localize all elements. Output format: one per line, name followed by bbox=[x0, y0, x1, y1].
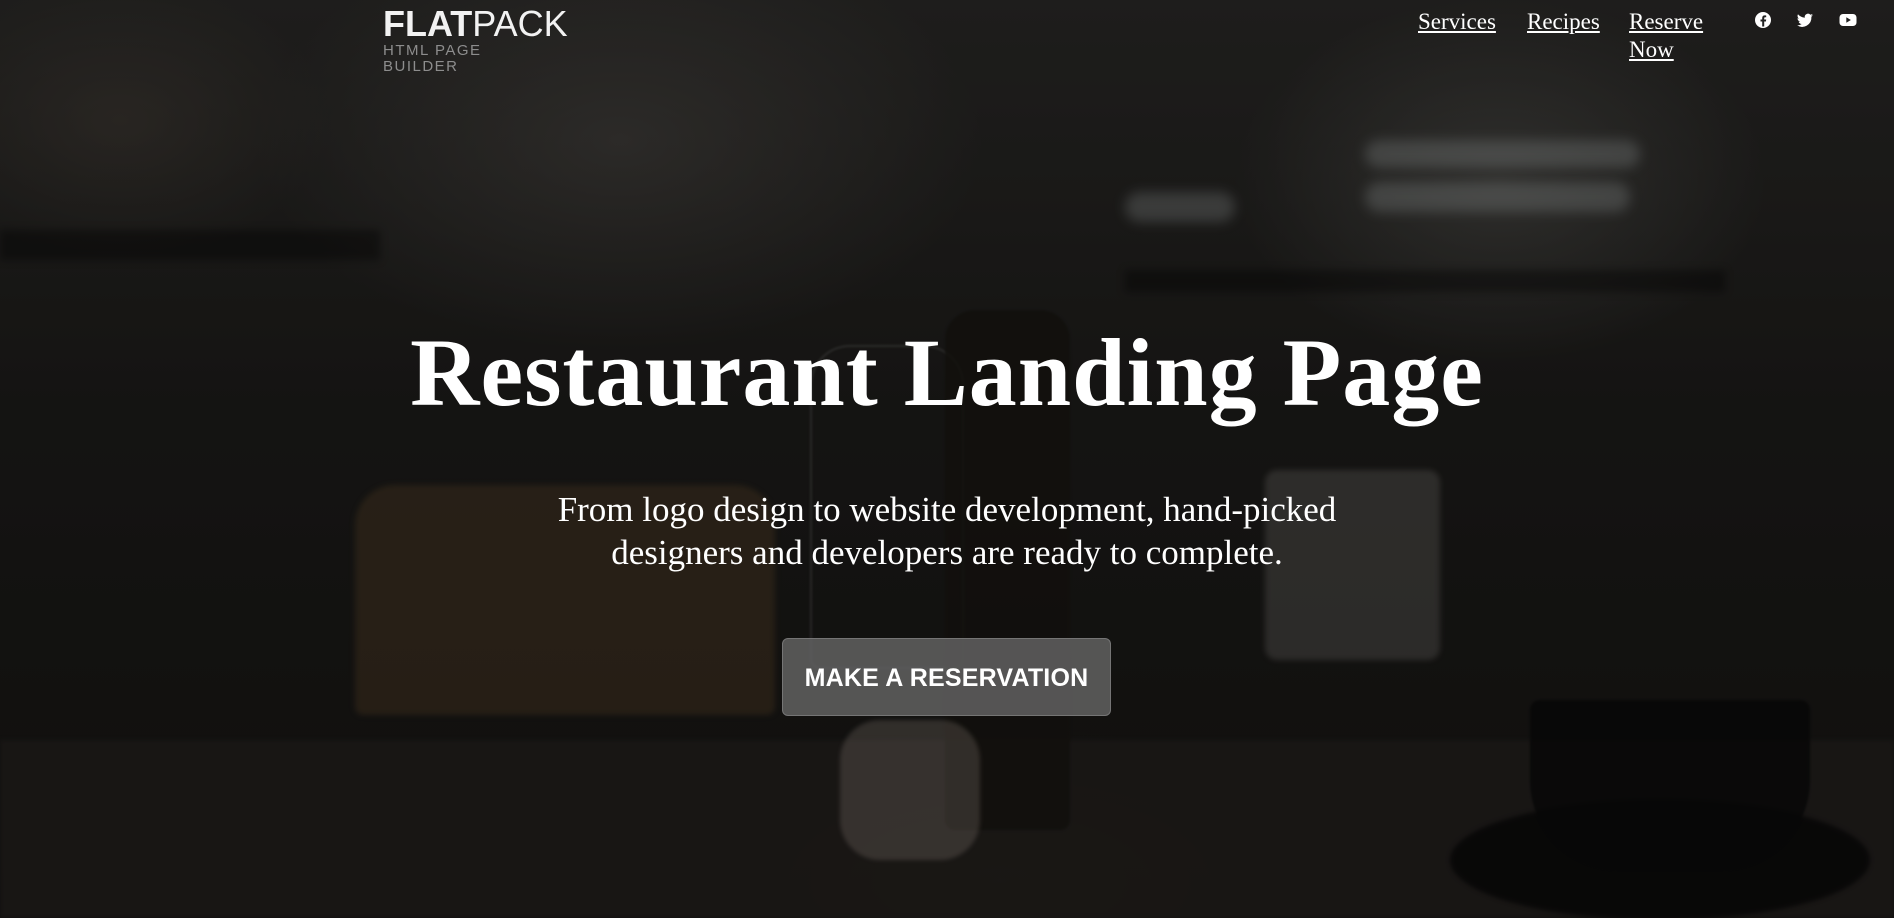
hero-title: Restaurant Landing Page bbox=[410, 319, 1484, 426]
hero-subtitle: From logo design to website development,… bbox=[0, 488, 1894, 574]
nav-link-reserve-now[interactable]: Reserve Now bbox=[1629, 8, 1719, 64]
youtube-icon[interactable] bbox=[1838, 10, 1858, 30]
make-reservation-button[interactable]: MAKE A RESERVATION bbox=[782, 638, 1111, 716]
hero-background-image bbox=[0, 0, 1894, 918]
logo-tagline: HTML PAGE BUILDER bbox=[383, 42, 482, 75]
logo-wordmark: FLATPACK bbox=[383, 3, 568, 44]
logo-wordmark-bold: FLAT bbox=[383, 3, 473, 44]
nav-link-services[interactable]: Services bbox=[1418, 8, 1496, 36]
hero-subtitle-line-1: From logo design to website development,… bbox=[557, 490, 1337, 529]
hero-subtitle-line-2: designers and developers are ready to co… bbox=[611, 533, 1283, 572]
hero-dark-overlay bbox=[0, 0, 1894, 918]
logo[interactable]: FLATPACK HTML PAGE BUILDER bbox=[383, 3, 568, 75]
logo-wordmark-light: PACK bbox=[472, 3, 568, 44]
facebook-icon[interactable] bbox=[1753, 10, 1773, 30]
twitter-icon[interactable] bbox=[1795, 10, 1815, 30]
nav-link-recipes[interactable]: Recipes bbox=[1527, 8, 1600, 36]
